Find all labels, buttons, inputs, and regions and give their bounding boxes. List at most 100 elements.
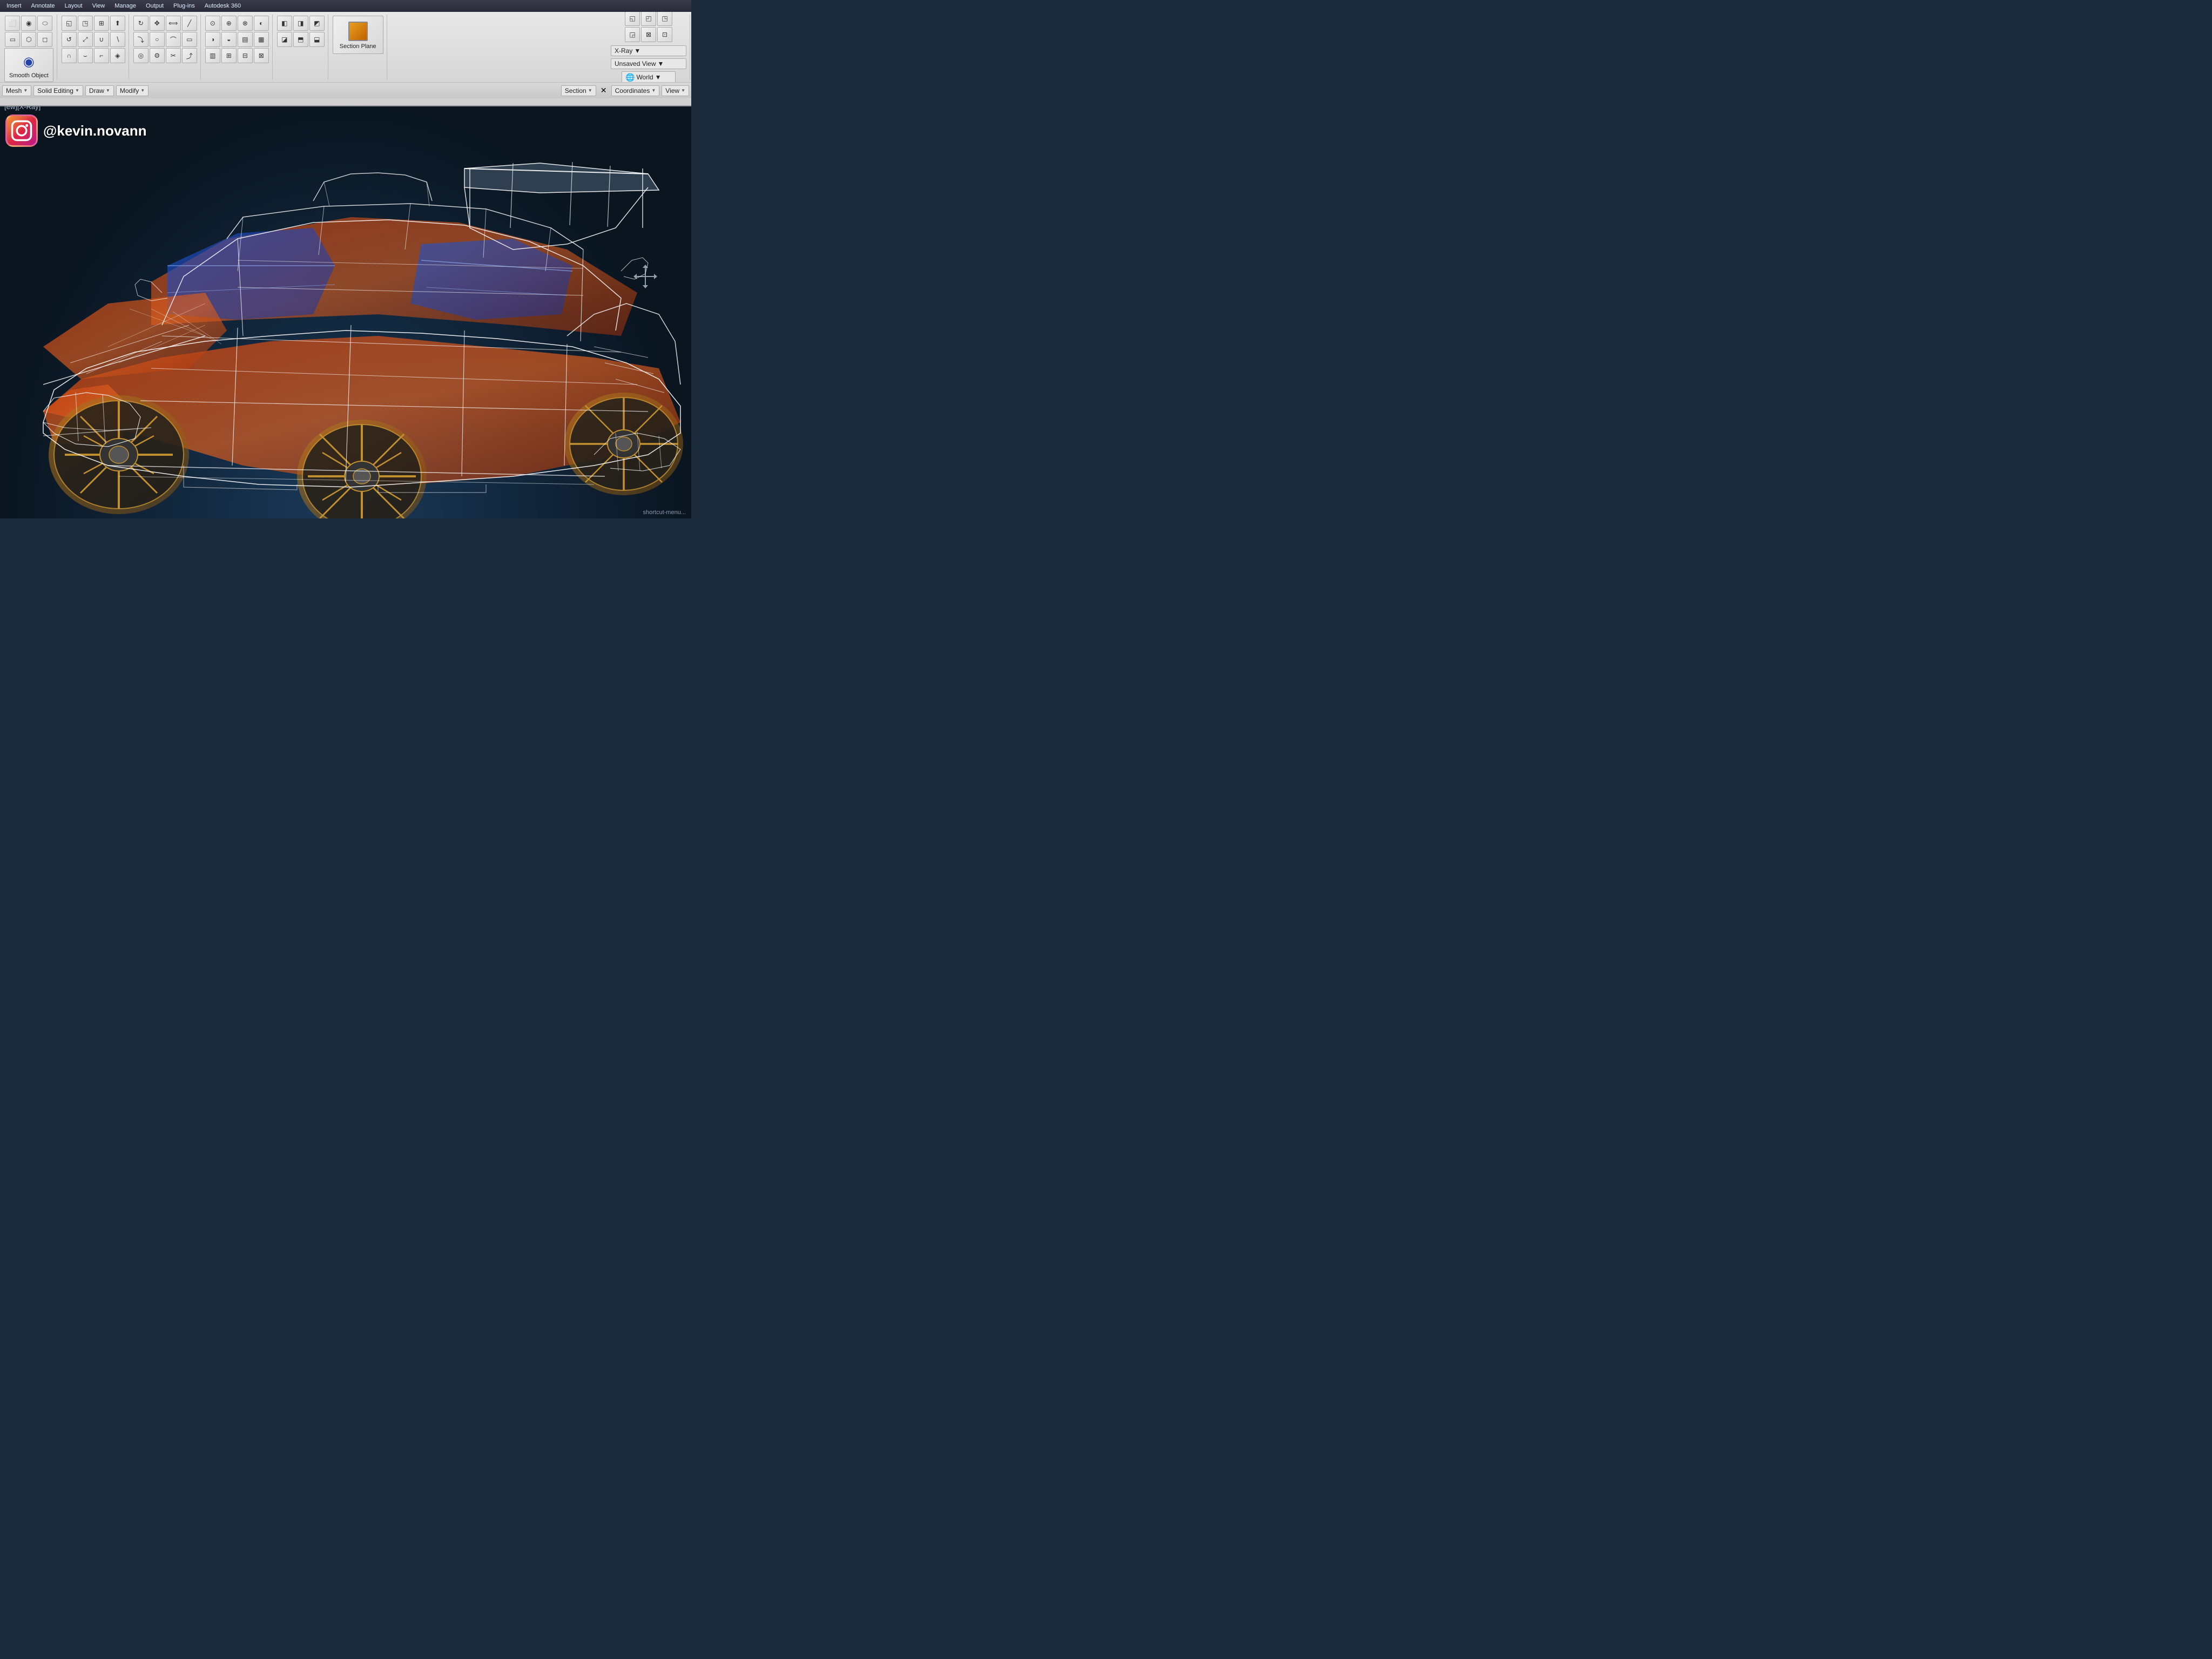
toolbar-main-12[interactable]: ◈ — [110, 48, 125, 63]
toolbar-c10[interactable]: ⊞ — [221, 48, 237, 63]
section-dropdown[interactable]: Section ▼ — [561, 85, 596, 96]
toolbar-b1[interactable]: ↻ — [133, 16, 149, 31]
icon-grid-2: ↻ ✥ ⟺ ╱ ⤵ ○ ⌒ ▭ ◎ ⚙ ✂ ⤴ — [133, 16, 197, 63]
smooth-object-label: Smooth Object — [9, 72, 49, 79]
toolbar-c1[interactable]: ⊙ — [205, 16, 220, 31]
toolbar-c11[interactable]: ⊟ — [238, 48, 253, 63]
solid-editing-dropdown[interactable]: Solid Editing ▼ — [33, 85, 83, 96]
toolbar-c12[interactable]: ⊠ — [254, 48, 269, 63]
toolbar-b4[interactable]: ╱ — [182, 16, 197, 31]
toolbar-b5[interactable]: ⤵ — [133, 32, 149, 47]
toolbar-icon-1[interactable]: ⬜ — [5, 16, 20, 31]
toolbar-r2[interactable]: ◰ — [641, 12, 656, 26]
toolbar-b8[interactable]: ▭ — [182, 32, 197, 47]
toolbar-main-4[interactable]: ⬆ — [110, 16, 125, 31]
toolbar-r6[interactable]: ⊡ — [657, 27, 672, 42]
toolbar-d2[interactable]: ◨ — [293, 16, 308, 31]
menu-insert[interactable]: Insert — [2, 2, 26, 10]
toolbar-main-3[interactable]: ⊞ — [94, 16, 109, 31]
toolbar-row-1: ⬜ ◉ ⬭ ▭ ⬡ ◻ ◉ Smooth Object ◱ ◳ ⊞ ⬆ ↺ — [0, 12, 691, 82]
toolbar-c6[interactable]: ◒ — [221, 32, 237, 47]
menu-view[interactable]: View — [88, 2, 110, 10]
toolbar-b6[interactable]: ○ — [150, 32, 165, 47]
toolbar-icon-6[interactable]: ◻ — [37, 32, 52, 47]
toolbar-d6[interactable]: ⬓ — [309, 32, 325, 47]
section-plane-label: Section Plane — [340, 43, 376, 50]
coordinates-label: Coordinates — [615, 87, 650, 95]
toolbar-c2[interactable]: ⊕ — [221, 16, 237, 31]
toolbar-d5[interactable]: ⬒ — [293, 32, 308, 47]
instagram-icon — [5, 114, 38, 147]
menu-layout[interactable]: Layout — [60, 2, 87, 10]
toolbar-c5[interactable]: ◑ — [205, 32, 220, 47]
draw-label: Draw — [89, 87, 104, 95]
section-plane-button[interactable]: Section Plane — [333, 16, 383, 54]
view-arrow: ▼ — [681, 88, 685, 93]
smooth-object-button[interactable]: ◉ Smooth Object — [4, 48, 53, 82]
mesh-arrow: ▼ — [23, 88, 28, 93]
toolbar-main-6[interactable]: ⤢ — [78, 32, 93, 47]
toolbar-main-8[interactable]: ∖ — [110, 32, 125, 47]
toolbar-d1[interactable]: ◧ — [277, 16, 292, 31]
toolbar-b12[interactable]: ⤴ — [182, 48, 197, 63]
toolbar-c8[interactable]: ▦ — [254, 32, 269, 47]
modify-dropdown[interactable]: Modify ▼ — [116, 85, 149, 96]
mesh-dropdown[interactable]: Mesh ▼ — [2, 85, 31, 96]
menu-annotate[interactable]: Annotate — [27, 2, 59, 10]
toolbar-c3[interactable]: ⊗ — [238, 16, 253, 31]
toolbar-icon-4[interactable]: ▭ — [5, 32, 20, 47]
smooth-object-icon: ◉ — [18, 51, 39, 72]
draw-dropdown[interactable]: Draw ▼ — [85, 85, 114, 96]
toolbar-b9[interactable]: ◎ — [133, 48, 149, 63]
main-icon-grid: ◱ ◳ ⊞ ⬆ ↺ ⤢ ∪ ∖ ∩ ⌣ ⌐ ◈ — [62, 16, 125, 63]
unsaved-view-arrow: ▼ — [658, 60, 664, 68]
instagram-handle: @kevin.novann — [43, 123, 147, 139]
menu-plugins[interactable]: Plug-ins — [169, 2, 199, 10]
toolbar-main-9[interactable]: ∩ — [62, 48, 77, 63]
toolbar-d4[interactable]: ◪ — [277, 32, 292, 47]
toolbar-r1[interactable]: ◱ — [625, 12, 640, 26]
menu-autodesk360[interactable]: Autodesk 360 — [200, 2, 245, 10]
view-dropdown[interactable]: View ▼ — [662, 85, 689, 96]
toolbar-c4[interactable]: ◐ — [254, 16, 269, 31]
toolbar-c9[interactable]: ▥ — [205, 48, 220, 63]
toolbar-icon-5[interactable]: ⬡ — [21, 32, 36, 47]
solid-editing-arrow: ▼ — [75, 88, 79, 93]
menu-output[interactable]: Output — [141, 2, 168, 10]
toolbar-main-10[interactable]: ⌣ — [78, 48, 93, 63]
toolbar-main-5[interactable]: ↺ — [62, 32, 77, 47]
toolbar-b10[interactable]: ⚙ — [150, 48, 165, 63]
coordinates-dropdown[interactable]: Coordinates ▼ — [611, 85, 660, 96]
toolbar-b2[interactable]: ✥ — [150, 16, 165, 31]
toolbar-section-icons3: ⊙ ⊕ ⊗ ◐ ◑ ◒ ▤ ▦ ▥ ⊞ ⊟ ⊠ — [202, 15, 273, 79]
toolbar-r3[interactable]: ◳ — [657, 12, 672, 26]
toolbar-section-icons2: ↻ ✥ ⟺ ╱ ⤵ ○ ⌒ ▭ ◎ ⚙ ✂ ⤴ — [130, 15, 201, 79]
toolbar-icon-3[interactable]: ⬭ — [37, 16, 52, 31]
car-wireframe-svg — [0, 98, 691, 518]
toolbar-b7[interactable]: ⌒ — [166, 32, 181, 47]
toolbar-d3[interactable]: ◩ — [309, 16, 325, 31]
icon-grid-3: ⊙ ⊕ ⊗ ◐ ◑ ◒ ▤ ▦ ▥ ⊞ ⊟ ⊠ — [205, 16, 269, 63]
world-dropdown[interactable]: 🌐 World ▼ — [622, 71, 676, 83]
toolbar-icons-row: ⬜ ◉ ⬭ ▭ ⬡ ◻ — [5, 16, 52, 47]
viewport: [ew][X-Ray] — [0, 98, 691, 518]
section-arrow: ▼ — [588, 88, 592, 93]
toolbar-main-11[interactable]: ⌐ — [94, 48, 109, 63]
unsaved-view-dropdown[interactable]: Unsaved View ▼ — [611, 58, 686, 69]
toolbar-main-1[interactable]: ◱ — [62, 16, 77, 31]
toolbar-c7[interactable]: ▤ — [238, 32, 253, 47]
toolbar-icon-2[interactable]: ◉ — [21, 16, 36, 31]
toolbar-main-7[interactable]: ∪ — [94, 32, 109, 47]
world-icon-small: 🌐 — [625, 73, 635, 82]
xray-dropdown[interactable]: X-Ray ▼ — [611, 45, 686, 56]
toolbar-b11[interactable]: ✂ — [166, 48, 181, 63]
toolbar-main-2[interactable]: ◳ — [78, 16, 93, 31]
toolbar-r5[interactable]: ⊠ — [641, 27, 656, 42]
section-label: Section — [565, 87, 586, 95]
section-close-btn[interactable]: ✕ — [598, 86, 609, 95]
modify-arrow: ▼ — [140, 88, 145, 93]
toolbar-b3[interactable]: ⟺ — [166, 16, 181, 31]
toolbar-row-2: Mesh ▼ Solid Editing ▼ Draw ▼ Modify ▼ S… — [0, 82, 691, 98]
menu-manage[interactable]: Manage — [110, 2, 140, 10]
toolbar-r4[interactable]: ◲ — [625, 27, 640, 42]
